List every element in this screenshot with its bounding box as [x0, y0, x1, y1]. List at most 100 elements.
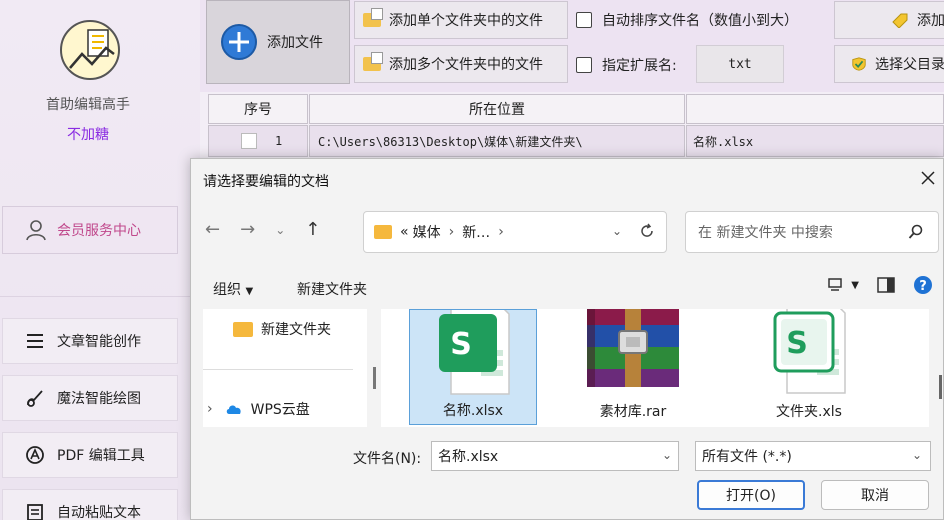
organize-label: 组织: [213, 282, 241, 298]
pdf-icon: [26, 446, 44, 464]
breadcrumb-overflow[interactable]: «: [400, 224, 409, 240]
chevron-right-icon: ›: [498, 224, 504, 240]
column-header-location[interactable]: 所在位置: [309, 94, 685, 124]
xls-file-icon: S: [773, 309, 846, 394]
scrollbar-thumb[interactable]: [939, 375, 942, 399]
chevron-down-icon[interactable]: ⌄: [612, 224, 622, 238]
sidebar-item-article[interactable]: 文章智能创作: [2, 318, 178, 364]
extension-input[interactable]: txt: [696, 45, 784, 83]
app-subtitle: 不加糖: [67, 127, 109, 143]
check-shield-icon: [852, 57, 866, 71]
member-center-button[interactable]: 会员服务中心: [2, 206, 178, 254]
new-folder-button[interactable]: 新建文件夹: [297, 279, 367, 299]
nav-pane-divider: [203, 369, 353, 370]
cancel-button[interactable]: 取消: [821, 480, 929, 510]
filename-label: 文件名(N):: [353, 451, 422, 467]
search-input[interactable]: 在 新建文件夹 中搜索: [685, 211, 939, 253]
row-checkbox[interactable]: [241, 133, 257, 149]
file-item[interactable]: S 名称.xlsx: [409, 309, 537, 425]
checkbox-box[interactable]: [576, 12, 592, 28]
checkbox-box[interactable]: [576, 57, 592, 73]
table-row[interactable]: 1: [208, 125, 308, 157]
sidebar-item-paste[interactable]: 自动粘贴文本: [2, 489, 178, 520]
add-single-folder-button[interactable]: 添加单个文件夹中的文件: [354, 1, 568, 39]
table-cell-name: 名称.xlsx: [686, 125, 944, 157]
svg-text:S: S: [786, 326, 808, 361]
chevron-down-icon[interactable]: ⌄: [662, 448, 672, 462]
add-file-button[interactable]: 添加文件: [206, 0, 350, 84]
dialog-title: 请选择要编辑的文档: [203, 174, 329, 190]
select-parent-label: 选择父目录: [875, 57, 944, 73]
sidebar-item-pdf[interactable]: PDF 编辑工具: [2, 432, 178, 478]
column-header-index[interactable]: 序号: [208, 94, 308, 124]
add-partial-label: 添加: [917, 13, 944, 29]
navigation-pane: 新建文件夹 › WPS云盘: [203, 309, 367, 427]
plus-icon: [221, 24, 257, 60]
add-multi-folder-button[interactable]: 添加多个文件夹中的文件: [354, 45, 568, 83]
paste-icon: [27, 504, 43, 520]
breadcrumb-item[interactable]: 媒体: [413, 222, 441, 242]
open-file-dialog: 请选择要编辑的文档 ← → ⌄ ↑ « 媒体 › 新… › ⌄ 在 新建文件夹 …: [190, 158, 944, 520]
caret-down-icon[interactable]: ▼: [851, 280, 859, 291]
filetype-select[interactable]: 所有文件 (*.*) ⌄: [695, 441, 931, 471]
up-arrow-icon[interactable]: ↑: [305, 219, 320, 240]
file-item[interactable]: 素材库.rar: [569, 309, 697, 425]
breadcrumb-item[interactable]: 新…: [462, 222, 490, 242]
close-icon[interactable]: [917, 167, 939, 189]
refresh-icon[interactable]: [638, 222, 656, 240]
organize-menu[interactable]: 组织 ▼: [213, 279, 253, 299]
folder-icon: [363, 52, 383, 71]
sidebar-item-label: 自动粘贴文本: [57, 505, 141, 520]
chevron-down-icon[interactable]: ⌄: [912, 448, 922, 462]
column-header-name[interactable]: [686, 94, 944, 124]
member-center-label: 会员服务中心: [57, 223, 141, 239]
add-multi-folder-label: 添加多个文件夹中的文件: [389, 57, 543, 73]
help-icon[interactable]: ?: [913, 275, 933, 295]
open-button[interactable]: 打开(O): [697, 480, 805, 510]
nav-item-label: 新建文件夹: [261, 322, 331, 338]
table-cell-location: C:\Users\86313\Desktop\媒体\新建文件夹\: [309, 125, 685, 157]
nav-item-wps-cloud[interactable]: › WPS云盘: [207, 399, 310, 419]
folder-icon: [363, 8, 383, 27]
sidebar: 首助编辑高手 不加糖 会员服务中心 文章智能创作 魔法智能绘图 PDF 编辑工具: [0, 0, 200, 520]
file-name: 名称.xlsx: [442, 403, 504, 419]
recent-dropdown-icon[interactable]: ⌄: [275, 223, 285, 237]
add-single-folder-label: 添加单个文件夹中的文件: [389, 13, 543, 29]
file-name: 素材库.rar: [599, 404, 667, 420]
pane-splitter[interactable]: [373, 367, 376, 389]
chevron-right-icon[interactable]: ›: [207, 401, 213, 417]
sidebar-item-drawing[interactable]: 魔法智能绘图: [2, 375, 178, 421]
forward-arrow-icon[interactable]: →: [240, 219, 255, 240]
filename-input[interactable]: 名称.xlsx ⌄: [431, 441, 679, 471]
folder-icon: [233, 321, 253, 337]
xlsx-file-icon: S: [439, 310, 510, 395]
nav-arrows: ← → ⌄ ↑: [205, 219, 320, 240]
file-item[interactable]: S 文件夹.xls: [745, 309, 873, 425]
nav-item-new-folder[interactable]: 新建文件夹: [233, 319, 331, 339]
app-logo: [60, 20, 120, 80]
sidebar-item-label: 文章智能创作: [57, 334, 141, 350]
view-mode-icon[interactable]: [827, 277, 843, 293]
command-bar: 组织 ▼ 新建文件夹 ▼ ?: [191, 269, 943, 307]
add-partial-button[interactable]: 添加: [834, 1, 944, 39]
svg-text:?: ?: [919, 279, 927, 294]
file-list: S 名称.xlsx 素材库.rar S 文件夹.xls: [381, 309, 929, 427]
app-name: 首助编辑高手: [46, 97, 130, 113]
brush-icon: [27, 390, 43, 407]
user-icon: [26, 220, 46, 241]
back-arrow-icon[interactable]: ←: [205, 219, 220, 240]
select-parent-button[interactable]: 选择父目录: [834, 45, 944, 83]
auto-sort-checkbox[interactable]: 自动排序文件名（数值小到大）: [576, 10, 798, 30]
filename-value: 名称.xlsx: [438, 449, 499, 465]
tag-icon: [892, 13, 908, 28]
chart-logo-icon: [69, 29, 115, 69]
search-icon: [908, 224, 923, 239]
cloud-icon: [226, 405, 241, 414]
specify-ext-label: 指定扩展名:: [602, 58, 677, 74]
specify-ext-checkbox[interactable]: 指定扩展名:: [576, 55, 677, 75]
auto-sort-label: 自动排序文件名（数值小到大）: [602, 13, 798, 29]
svg-text:S: S: [450, 327, 472, 362]
preview-pane-icon[interactable]: [877, 277, 895, 293]
address-bar[interactable]: « 媒体 › 新… › ⌄: [363, 211, 667, 253]
rar-archive-icon: [587, 309, 679, 387]
